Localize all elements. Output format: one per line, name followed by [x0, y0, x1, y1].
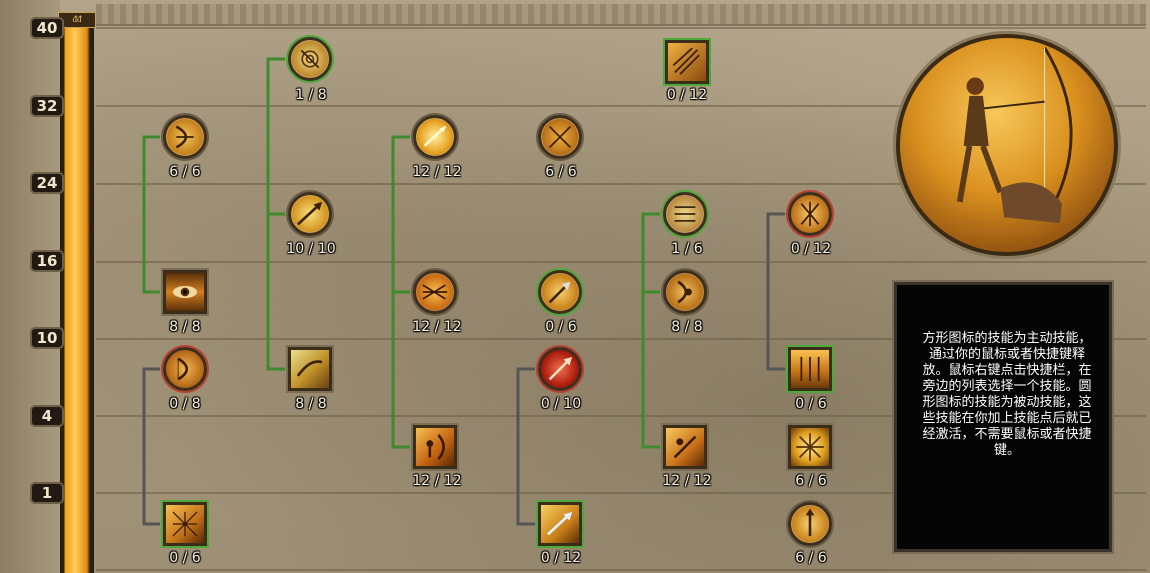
bow-mastery-skill-icon[interactable]: [163, 347, 207, 391]
skill-points-label: 0 / 10: [540, 396, 582, 412]
crossed-blades-skill-icon[interactable]: [788, 192, 832, 236]
skill-points-label: 12 / 12: [412, 319, 462, 335]
wind-arrow-skill-icon[interactable]: [288, 347, 332, 391]
character-portrait: [896, 34, 1118, 256]
arrow-strike-skill-icon[interactable]: [538, 270, 582, 314]
skill-points-label: 0 / 6: [545, 319, 577, 335]
skill-points-label: 0 / 12: [790, 241, 832, 257]
snare-net-skill-icon[interactable]: [163, 502, 207, 546]
skill-points-label: 0 / 6: [795, 396, 827, 412]
hunter-eye-skill-icon[interactable]: [163, 270, 207, 314]
skill-points-label: 12 / 12: [662, 473, 712, 489]
camouflage-skill-icon[interactable]: [663, 192, 707, 236]
tooltip-text: 方形图标的技能为主动技能，通过你的鼠标或者快捷键释放。鼠标右键点击快捷栏，在旁边…: [922, 331, 1092, 458]
crossed-arrows-skill-icon[interactable]: [538, 115, 582, 159]
skill-points-label: 0 / 12: [666, 87, 708, 103]
skill-points-label: 10 / 10: [286, 241, 336, 257]
spear-throw-skill-icon[interactable]: [788, 502, 832, 546]
skill-points-label: 12 / 12: [412, 164, 462, 180]
archer-focus-skill-icon[interactable]: [663, 270, 707, 314]
skill-help-tooltip: 方形图标的技能为主动技能，通过你的鼠标或者快捷键释放。鼠标右键点击快捷栏，在旁边…: [894, 282, 1112, 552]
bow-draw-skill-icon[interactable]: [163, 115, 207, 159]
skill-points-label: 8 / 8: [295, 396, 327, 412]
quick-shot-skill-icon[interactable]: [413, 115, 457, 159]
skill-points-label: 12 / 12: [412, 473, 462, 489]
skill-points-label: 8 / 8: [169, 319, 201, 335]
skill-points-label: 6 / 6: [545, 164, 577, 180]
skill-points-label: 6 / 6: [169, 164, 201, 180]
skill-points-label: 6 / 6: [795, 550, 827, 566]
hunter-aim-skill-icon[interactable]: [413, 425, 457, 469]
skill-points-label: 8 / 8: [671, 319, 703, 335]
skill-points-label: 0 / 8: [169, 396, 201, 412]
nature-burst-skill-icon[interactable]: [788, 425, 832, 469]
skill-points-label: 1 / 8: [295, 87, 327, 103]
skill-points-label: 0 / 12: [540, 550, 582, 566]
skill-points-label: 1 / 6: [671, 241, 703, 257]
piercing-arrow-skill-icon[interactable]: [288, 37, 332, 81]
arrow-volley-skill-icon[interactable]: [665, 40, 709, 84]
sharp-arrow-skill-icon[interactable]: [288, 192, 332, 236]
skill-points-label: 0 / 6: [169, 550, 201, 566]
arrow-rain-skill-icon[interactable]: [788, 347, 832, 391]
skill-points-label: 6 / 6: [795, 473, 827, 489]
ice-arrow-skill-icon[interactable]: [538, 502, 582, 546]
ranger-shot-skill-icon[interactable]: [663, 425, 707, 469]
blood-arrow-skill-icon[interactable]: [538, 347, 582, 391]
multi-arrow-skill-icon[interactable]: [413, 270, 457, 314]
